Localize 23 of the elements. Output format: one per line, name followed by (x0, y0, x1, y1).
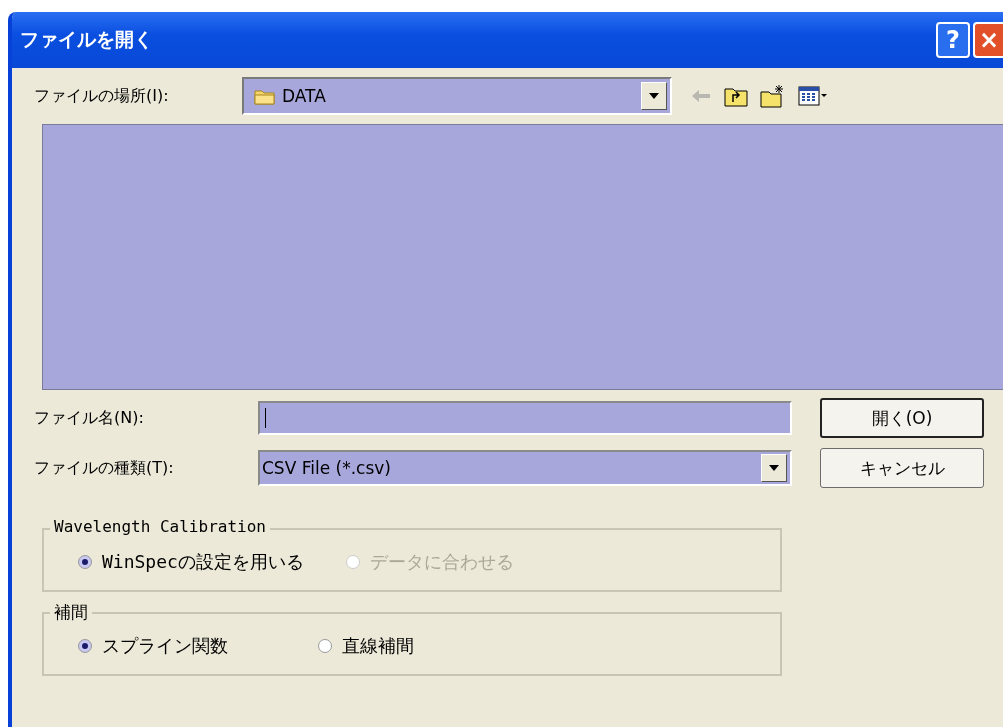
location-label: ファイルの場所(I): (34, 85, 170, 107)
filename-field[interactable] (258, 401, 792, 435)
radio-button[interactable] (318, 639, 332, 653)
up-folder-icon[interactable] (724, 85, 748, 107)
open-button[interactable]: 開く(O) (820, 398, 984, 438)
radio-option[interactable]: 直線補間 (318, 634, 414, 658)
close-button[interactable]: × (973, 22, 1003, 58)
cancel-button[interactable]: キャンセル (820, 448, 984, 488)
radio-option[interactable]: スプライン関数 (78, 634, 228, 658)
filetype-dropdown[interactable]: CSV File (*.csv) (258, 450, 792, 486)
filename-label: ファイル名(N): (34, 407, 145, 429)
window-title: ファイルを開く (20, 27, 153, 52)
new-folder-icon[interactable] (760, 84, 786, 108)
radio-option[interactable]: WinSpecの設定を用いる (78, 550, 304, 574)
group-title: 補間 (50, 601, 92, 624)
folder-icon (254, 87, 276, 105)
radio-button[interactable] (78, 639, 92, 653)
view-menu-icon[interactable] (798, 85, 828, 107)
radio-button[interactable] (78, 555, 92, 569)
group-title: Wavelength Calibration (50, 517, 270, 536)
location-dropdown[interactable]: DATA (242, 77, 672, 115)
filetype-label: ファイルの種類(T): (34, 457, 175, 479)
help-button[interactable]: ? (936, 22, 970, 58)
